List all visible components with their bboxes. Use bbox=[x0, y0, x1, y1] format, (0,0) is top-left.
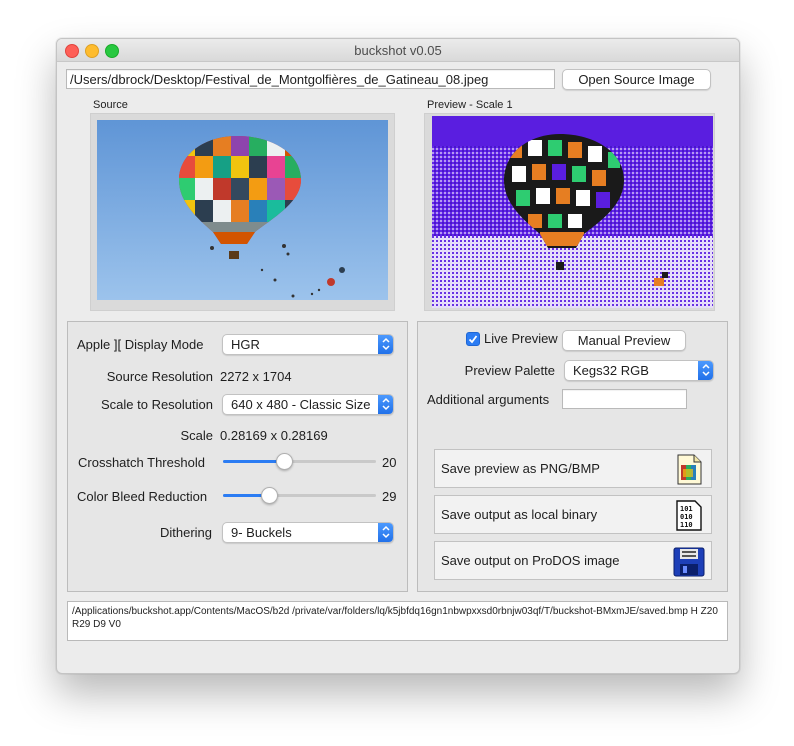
display-mode-label: Apple ][ Display Mode bbox=[77, 337, 204, 352]
display-mode-value: HGR bbox=[231, 337, 260, 352]
preview-image bbox=[432, 116, 713, 308]
manual-preview-button[interactable]: Manual Preview bbox=[562, 330, 686, 351]
popup-arrows-icon bbox=[378, 395, 393, 414]
crosshatch-threshold-label: Crosshatch Threshold bbox=[78, 455, 205, 470]
save-prodos-image-label: Save output on ProDOS image bbox=[441, 553, 620, 568]
floppy-disk-icon bbox=[673, 547, 705, 577]
source-resolution-value: 2272 x 1704 bbox=[220, 369, 292, 384]
color-bleed-reduction-slider[interactable] bbox=[223, 487, 376, 504]
image-file-icon bbox=[677, 454, 702, 485]
dithering-value: 9- Buckels bbox=[231, 525, 292, 540]
source-path-field[interactable]: /Users/dbrock/Desktop/Festival_de_Montgo… bbox=[66, 69, 555, 89]
title-bar: buckshot v0.05 bbox=[57, 39, 739, 62]
popup-arrows-icon bbox=[378, 523, 393, 542]
preview-image-well bbox=[424, 113, 715, 311]
source-image-well bbox=[90, 113, 395, 311]
scale-to-resolution-select[interactable]: 640 x 480 - Classic Size bbox=[222, 394, 394, 415]
save-preview-label: Save preview as PNG/BMP bbox=[441, 461, 600, 476]
svg-text:010: 010 bbox=[680, 513, 693, 521]
save-local-binary-label: Save output as local binary bbox=[441, 507, 598, 522]
bleed-slider-knob[interactable] bbox=[260, 487, 278, 504]
additional-arguments-input[interactable] bbox=[562, 389, 687, 409]
binary-file-icon: 101 010 110 bbox=[676, 500, 702, 531]
window-title: buckshot v0.05 bbox=[354, 43, 442, 58]
source-image bbox=[97, 120, 388, 300]
live-preview-checkbox[interactable] bbox=[466, 332, 480, 346]
preview-palette-select[interactable]: Kegs32 RGB bbox=[564, 360, 714, 381]
open-source-image-button[interactable]: Open Source Image bbox=[562, 69, 711, 90]
preview-palette-value: Kegs32 RGB bbox=[573, 363, 649, 378]
crosshatch-threshold-value: 20 bbox=[382, 455, 397, 470]
preview-palette-label: Preview Palette bbox=[464, 363, 555, 378]
crosshatch-slider-fill bbox=[223, 460, 285, 463]
color-bleed-reduction-value: 29 bbox=[382, 489, 397, 504]
live-preview-label[interactable]: Live Preview bbox=[484, 331, 558, 346]
scale-value: 0.28169 x 0.28169 bbox=[220, 428, 328, 443]
source-label: Source bbox=[93, 99, 128, 111]
source-resolution-label: Source Resolution bbox=[106, 369, 213, 384]
preview-label: Preview - Scale 1 bbox=[427, 99, 513, 111]
save-preview-button[interactable]: Save preview as PNG/BMP bbox=[434, 449, 712, 488]
color-bleed-reduction-label: Color Bleed Reduction bbox=[77, 489, 208, 504]
additional-arguments-label: Additional arguments bbox=[427, 392, 550, 407]
app-window: buckshot v0.05 /Users/dbrock/Desktop/Fes… bbox=[56, 38, 740, 674]
scale-label: Scale bbox=[180, 428, 213, 443]
save-local-binary-button[interactable]: Save output as local binary 101 010 110 bbox=[434, 495, 712, 534]
checkmark-icon bbox=[468, 335, 478, 344]
svg-text:101: 101 bbox=[680, 505, 693, 513]
save-prodos-image-button[interactable]: Save output on ProDOS image bbox=[434, 541, 712, 580]
crosshatch-threshold-slider[interactable] bbox=[223, 453, 376, 470]
command-line-output: /Applications/buckshot.app/Contents/MacO… bbox=[67, 601, 728, 641]
display-mode-select[interactable]: HGR bbox=[222, 334, 394, 355]
popup-arrows-icon bbox=[698, 361, 713, 380]
popup-arrows-icon bbox=[378, 335, 393, 354]
svg-text:110: 110 bbox=[680, 521, 693, 529]
dithering-label: Dithering bbox=[159, 525, 212, 540]
scale-to-resolution-label: Scale to Resolution bbox=[100, 397, 213, 412]
dithering-select[interactable]: 9- Buckels bbox=[222, 522, 394, 543]
scale-to-resolution-value: 640 x 480 - Classic Size bbox=[231, 397, 371, 412]
